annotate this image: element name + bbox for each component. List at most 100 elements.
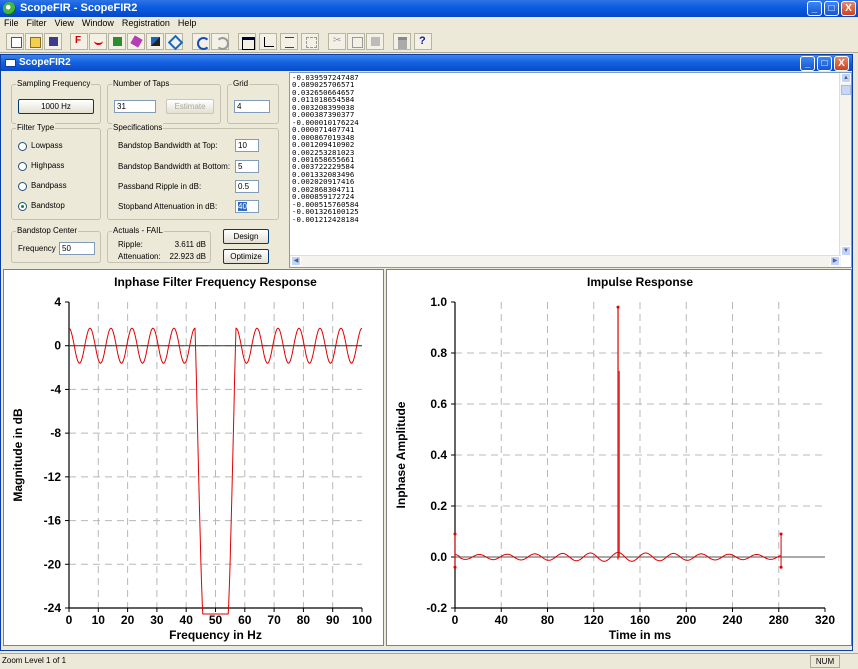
frequency-response-chart[interactable]: Inphase Filter Frequency Response 0 10 20 30… [3, 269, 384, 646]
x-tick-label: 320 [815, 613, 835, 627]
x-axis-label: Frequency in Hz [169, 628, 262, 642]
app-icon [3, 2, 16, 15]
bandpass-radio[interactable] [18, 182, 27, 191]
x-tick-label: 160 [630, 613, 650, 627]
save-icon[interactable] [44, 33, 62, 50]
impulse-edge-point-high [453, 532, 457, 536]
cut-icon[interactable] [328, 33, 346, 50]
menu-file[interactable]: File [0, 17, 23, 30]
bandstop-radio[interactable] [18, 202, 27, 211]
scroll-right-icon[interactable]: ▶ [830, 256, 840, 266]
bottom-bandwidth-input[interactable]: 5 [235, 160, 259, 173]
grid-input[interactable]: 4 [234, 100, 270, 113]
window-icon[interactable] [238, 33, 256, 50]
impulse-edge-point-low [453, 565, 457, 569]
bandstop-label: Bandstop [31, 201, 65, 210]
calculator-icon[interactable] [108, 33, 126, 50]
child-title-bar: ScopeFIR2 _ □ X [1, 55, 852, 71]
menu-registration[interactable]: Registration [118, 17, 174, 30]
y-tick-label: 0.6 [430, 397, 447, 411]
x-tick-label: 120 [584, 613, 604, 627]
sampling-frequency-group: Sampling Frequency 1000 Hz [11, 79, 101, 124]
filter-type-label: Filter Type [16, 123, 56, 133]
paste-icon[interactable] [366, 33, 384, 50]
bandstop-center-group: Bandstop Center Frequency 50 [11, 226, 101, 263]
undo-icon[interactable] [192, 33, 210, 50]
y-tick-label: 4 [54, 295, 61, 309]
menu-window[interactable]: Window [78, 17, 118, 30]
x-tick-label: 80 [541, 613, 555, 627]
axes-icon[interactable] [259, 33, 277, 50]
sampling-frequency-button[interactable]: 1000 Hz [18, 99, 94, 114]
y-tick-label: -16 [44, 514, 62, 528]
scopefir-child-window: ScopeFIR2 _ □ X Sampling Frequency 1000 … [0, 54, 853, 651]
help-icon[interactable] [414, 33, 432, 50]
chart-icon[interactable] [146, 33, 164, 50]
number-of-taps-label: Number of Taps [112, 79, 171, 89]
maximize-button[interactable]: □ [824, 1, 839, 16]
scroll-thumb[interactable] [841, 85, 851, 95]
x-tick-label: 280 [769, 613, 789, 627]
scroll-up-icon[interactable]: ▲ [841, 73, 851, 83]
y-axis-label: Inphase Amplitude [394, 401, 408, 508]
response-line-icon[interactable] [280, 33, 298, 50]
menu-filter[interactable]: Filter [23, 17, 51, 30]
open-folder-icon[interactable] [25, 33, 43, 50]
app-title: ScopeFIR - ScopeFIR2 [20, 2, 138, 14]
status-bar: Zoom Level 1 of 1 NUM [0, 653, 858, 669]
impulse-response-chart[interactable]: Impulse Response 0 40 80 120 160 200 240 280 320 1… [386, 269, 852, 646]
chart-title: Inphase Filter Frequency Response [114, 275, 317, 289]
x-tick-label: 240 [722, 613, 742, 627]
y-tick-label: -24 [44, 601, 62, 615]
y-tick-label: 1.0 [430, 295, 447, 309]
impulse-edge-point-low [779, 565, 783, 569]
estimate-button[interactable]: Estimate [166, 99, 214, 114]
child-close-button[interactable]: X [834, 56, 849, 71]
grid-icon[interactable] [301, 33, 319, 50]
bandpass-label: Bandpass [31, 181, 67, 190]
actual-attenuation-value: 22.923 dB [169, 252, 206, 261]
highpass-radio[interactable] [18, 162, 27, 171]
horizontal-scrollbar[interactable]: ◀ ▶ [290, 255, 841, 267]
print-icon[interactable] [393, 33, 411, 50]
stopband-attenuation-input[interactable]: 40 [235, 200, 259, 213]
number-of-taps-group: Number of Taps 31 Estimate [107, 79, 221, 124]
child-maximize-button[interactable]: □ [817, 56, 832, 71]
eraser-icon[interactable] [127, 33, 145, 50]
x-tick-label: 0 [452, 613, 459, 627]
x-tick-label: 70 [267, 613, 281, 627]
filter-f-icon[interactable] [70, 33, 88, 50]
passband-ripple-input[interactable]: 0.5 [235, 180, 259, 193]
optimize-button[interactable]: Optimize [223, 249, 269, 264]
y-tick-label: 0.0 [430, 550, 447, 564]
taps-input[interactable]: 31 [114, 100, 156, 113]
copy-icon[interactable] [347, 33, 365, 50]
waveform-icon[interactable] [89, 33, 107, 50]
lowpass-radio[interactable] [18, 142, 27, 151]
diamond-icon[interactable] [165, 33, 183, 50]
frequency-response-svg: Inphase Filter Frequency Response 0 10 20 30… [11, 275, 372, 642]
sampling-frequency-label: Sampling Frequency [16, 79, 92, 89]
coefficients-listbox[interactable]: -0.039597247487 0.089025706571 0.032650664… [289, 72, 852, 268]
impulse-response-svg: Impulse Response 0 40 80 120 160 200 240 280 320 1… [394, 275, 835, 642]
filter-controls-panel: Sampling Frequency 1000 Hz Number of Tap… [1, 71, 287, 268]
scroll-down-icon[interactable]: ▼ [841, 246, 851, 256]
design-button[interactable]: Design [223, 229, 269, 244]
vertical-scrollbar[interactable]: ▲ ▼ [839, 73, 851, 256]
redo-icon[interactable] [211, 33, 229, 50]
minimize-button[interactable]: _ [807, 1, 822, 16]
close-button[interactable]: X [841, 1, 856, 16]
toolbar [0, 31, 858, 53]
child-minimize-button[interactable]: _ [800, 56, 815, 71]
menu-view[interactable]: View [51, 17, 78, 30]
menu-help[interactable]: Help [174, 17, 201, 30]
bandstop-center-label: Bandstop Center [16, 226, 79, 236]
top-bandwidth-input[interactable]: 10 [235, 139, 259, 152]
scroll-left-icon[interactable]: ◀ [291, 256, 301, 266]
center-frequency-input[interactable]: 50 [59, 242, 95, 255]
y-tick-label: -0.2 [426, 601, 447, 615]
new-file-icon[interactable] [6, 33, 24, 50]
actual-ripple-value: 3.611 dB [174, 240, 206, 249]
grid-label: Grid [232, 79, 250, 89]
coefficient-item[interactable]: -0.001212428184 [292, 215, 359, 223]
